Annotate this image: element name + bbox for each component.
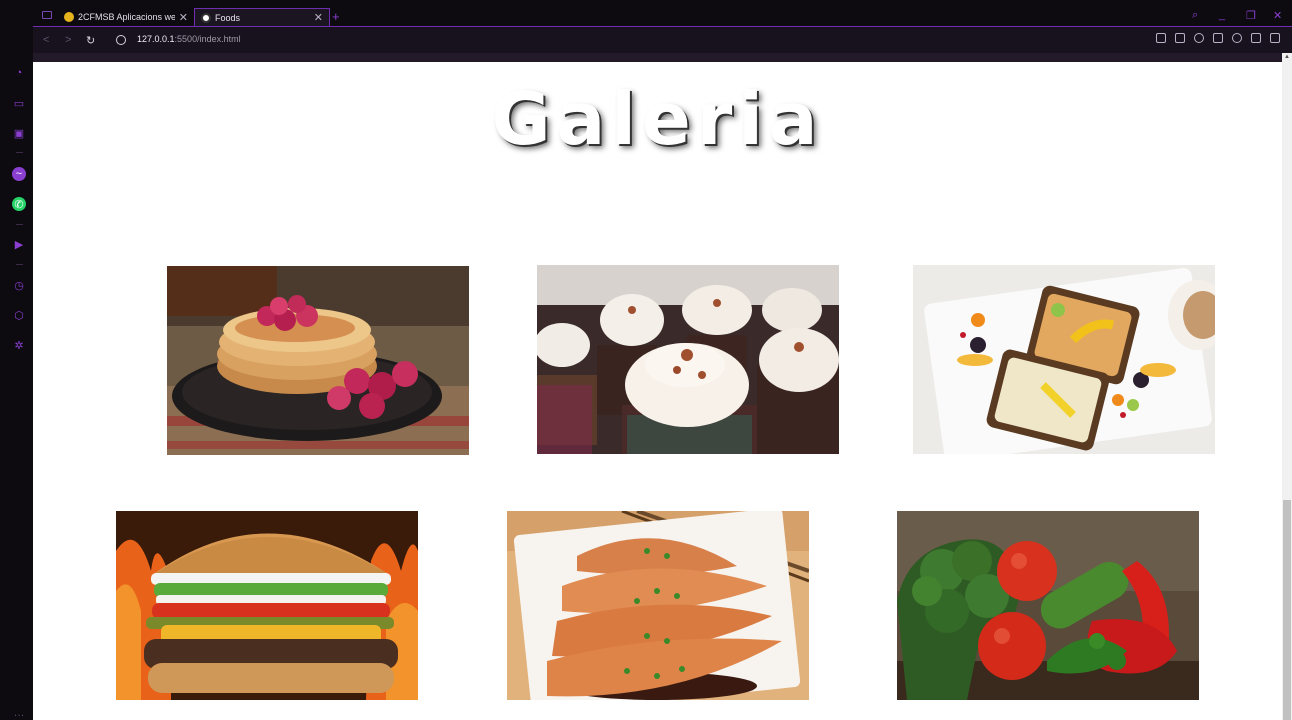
url-path: :5500/index.html: [174, 34, 241, 44]
forward-icon[interactable]: >: [65, 34, 71, 46]
tab-aplicacions-web[interactable]: 2CFMSB Aplicacions web 2 ✕: [58, 8, 194, 26]
toolbar: [1156, 33, 1280, 43]
divider: [16, 264, 23, 265]
heart-icon[interactable]: [1232, 33, 1242, 43]
minimize-icon[interactable]: _: [1219, 9, 1225, 21]
page-viewport: Galeria: [33, 62, 1282, 720]
mail-icon[interactable]: [42, 11, 52, 19]
speed-dial-icon[interactable]: ◔: [12, 66, 26, 80]
bookmarks-strip: [33, 53, 1292, 62]
scroll-up-icon[interactable]: ▲: [1284, 54, 1290, 60]
globe-icon: [201, 12, 211, 23]
photo-pancakes: [167, 266, 469, 455]
messenger-icon[interactable]: ~: [12, 167, 26, 181]
photo-toast: [913, 265, 1215, 454]
close-icon[interactable]: ✕: [179, 11, 188, 24]
close-window-icon[interactable]: ✕: [1273, 9, 1282, 22]
settings-icon[interactable]: ✲: [12, 338, 26, 352]
page-scrollbar[interactable]: ▲: [1282, 53, 1292, 720]
reload-icon[interactable]: ↻: [86, 34, 95, 47]
search-icon[interactable]: ⌕: [1192, 9, 1198, 22]
close-icon[interactable]: ✕: [314, 11, 323, 24]
scrollbar-thumb[interactable]: [1283, 500, 1291, 720]
download-icon[interactable]: [1251, 33, 1261, 43]
bag-icon[interactable]: ▭: [12, 96, 26, 110]
whatsapp-icon[interactable]: ✆: [12, 197, 26, 211]
divider: [16, 152, 23, 153]
player-icon[interactable]: ▶: [12, 237, 26, 251]
photo-cupcakes: [537, 265, 839, 454]
new-tab-icon[interactable]: +: [332, 9, 340, 24]
sidebar: ◔ ▭ ▣ ~ ✆ ▶ ◷ ⬡ ✲ …: [6, 6, 33, 720]
more-icon[interactable]: …: [12, 706, 26, 720]
photo-vegetables: [897, 511, 1199, 700]
twitch-icon[interactable]: ▣: [12, 126, 26, 140]
url-host: 127.0.0.1: [137, 34, 175, 44]
photo-salmon: [507, 511, 809, 700]
share-icon[interactable]: [1156, 33, 1166, 43]
history-icon[interactable]: ◷: [12, 278, 26, 292]
favicon-icon: [64, 12, 74, 22]
cube-icon[interactable]: ⬡: [12, 308, 26, 322]
site-info-icon[interactable]: [116, 35, 126, 45]
photo-burger: [116, 511, 418, 700]
restore-icon[interactable]: ❐: [1246, 9, 1256, 22]
snapshot-icon[interactable]: [1175, 33, 1185, 43]
page-title: Galeria: [491, 77, 824, 161]
divider: [16, 224, 23, 225]
url-field[interactable]: 127.0.0.1:5500/index.html: [137, 34, 241, 44]
tab-label: Foods: [215, 12, 241, 23]
tab-label: 2CFMSB Aplicacions web 2: [78, 12, 175, 22]
flow-icon[interactable]: [1213, 33, 1223, 43]
browser-window: 2CFMSB Aplicacions web 2 ✕ Foods ✕ + ⌕ _…: [0, 0, 1292, 720]
address-bar: < > ↻ 127.0.0.1:5500/index.html: [33, 26, 1292, 53]
tab-foods[interactable]: Foods ✕: [194, 8, 330, 26]
easy-setup-icon[interactable]: [1270, 33, 1280, 43]
tab-bar: 2CFMSB Aplicacions web 2 ✕ Foods ✕ + ⌕ _…: [6, 6, 1292, 26]
back-icon[interactable]: <: [43, 34, 49, 46]
adblock-icon[interactable]: [1194, 33, 1204, 43]
